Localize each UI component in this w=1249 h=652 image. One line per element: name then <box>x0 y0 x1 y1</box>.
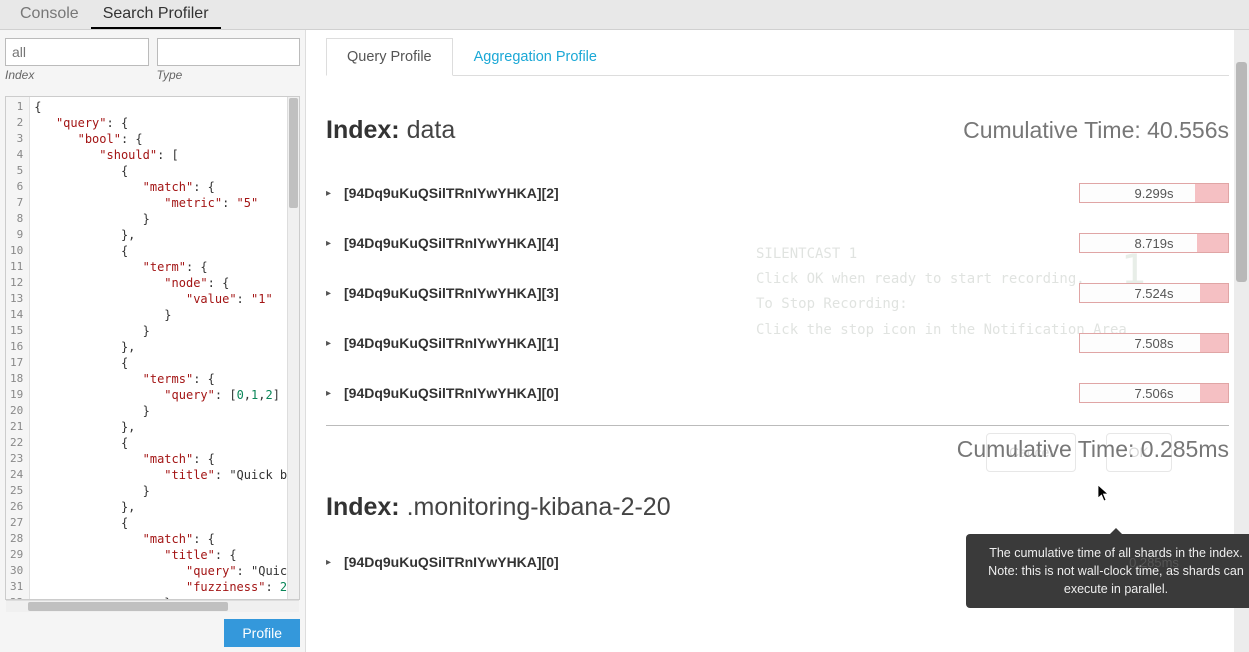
tab-search-profiler[interactable]: Search Profiler <box>91 0 221 29</box>
editor-code[interactable]: { "query": { "bool": { "should": [ { "ma… <box>30 97 299 599</box>
shard-name: [94Dq9uKuQSilTRnIYwYHKA][0] <box>344 385 559 401</box>
index-header: Index: data Cumulative Time: 40.556s <box>326 116 1229 145</box>
shard-time-bar: 8.719s <box>1079 233 1229 253</box>
tab-console[interactable]: Console <box>8 0 91 29</box>
shard-time-bar: 9.299s <box>1079 183 1229 203</box>
type-input[interactable] <box>157 38 301 66</box>
chevron-right-icon: ▸ <box>326 388 336 399</box>
right-panel: Query Profile Aggregation Profile SILENT… <box>305 30 1249 652</box>
index-label: Index <box>5 68 149 82</box>
editor-gutter: 1 2 3 4 5 6 7 8 9 10 11 12 13 14 15 16 1… <box>6 97 30 599</box>
editor-scrollbar-v[interactable] <box>287 97 299 599</box>
index-input[interactable] <box>5 38 149 66</box>
shard-name: [94Dq9uKuQSilTRnIYwYHKA][1] <box>344 335 559 351</box>
ghost-ok-button: OK <box>1106 433 1172 472</box>
ghost-overlay: SILENTCAST 1 1 Click OK when ready to st… <box>756 242 1186 472</box>
shard-time-bar: 7.524s <box>1079 283 1229 303</box>
chevron-right-icon: ▸ <box>326 288 336 299</box>
left-panel: Index Type 1 2 3 4 5 6 7 8 9 10 11 12 13… <box>0 30 305 652</box>
index-title: Index: .monitoring-kibana-2-20 <box>326 493 671 522</box>
chevron-right-icon: ▸ <box>326 238 336 249</box>
ghost-cancel-button: Cancel <box>986 433 1076 472</box>
top-tabs: Console Search Profiler <box>0 0 1249 30</box>
chevron-right-icon: ▸ <box>326 338 336 349</box>
chevron-right-icon: ▸ <box>326 188 336 199</box>
profile-tabs: Query Profile Aggregation Profile <box>326 38 1229 76</box>
profile-button[interactable]: Profile <box>224 619 300 647</box>
query-editor[interactable]: 1 2 3 4 5 6 7 8 9 10 11 12 13 14 15 16 1… <box>5 96 300 600</box>
shard-time-bar: 7.508s <box>1079 333 1229 353</box>
shard-name: [94Dq9uKuQSilTRnIYwYHKA][2] <box>344 185 559 201</box>
index-header: Index: .monitoring-kibana-2-20 <box>326 493 1229 522</box>
chevron-right-icon: ▸ <box>326 557 336 568</box>
shard-name: [94Dq9uKuQSilTRnIYwYHKA][3] <box>344 285 559 301</box>
shard-name: [94Dq9uKuQSilTRnIYwYHKA][0] <box>344 554 559 570</box>
cumulative-time-tooltip: The cumulative time of all shards in the… <box>966 534 1249 608</box>
tab-query-profile[interactable]: Query Profile <box>326 38 453 76</box>
cumulative-time: Cumulative Time: 40.556s <box>963 117 1229 144</box>
shard-name: [94Dq9uKuQSilTRnIYwYHKA][4] <box>344 235 559 251</box>
tab-aggregation-profile[interactable]: Aggregation Profile <box>453 38 618 76</box>
editor-scrollbar-h[interactable] <box>6 600 299 612</box>
index-title: Index: data <box>326 116 455 145</box>
type-label: Type <box>157 68 301 82</box>
shard-row[interactable]: ▸ [94Dq9uKuQSilTRnIYwYHKA][2] 9.299s <box>326 169 1229 219</box>
shard-time-bar: 7.506s <box>1079 383 1229 403</box>
